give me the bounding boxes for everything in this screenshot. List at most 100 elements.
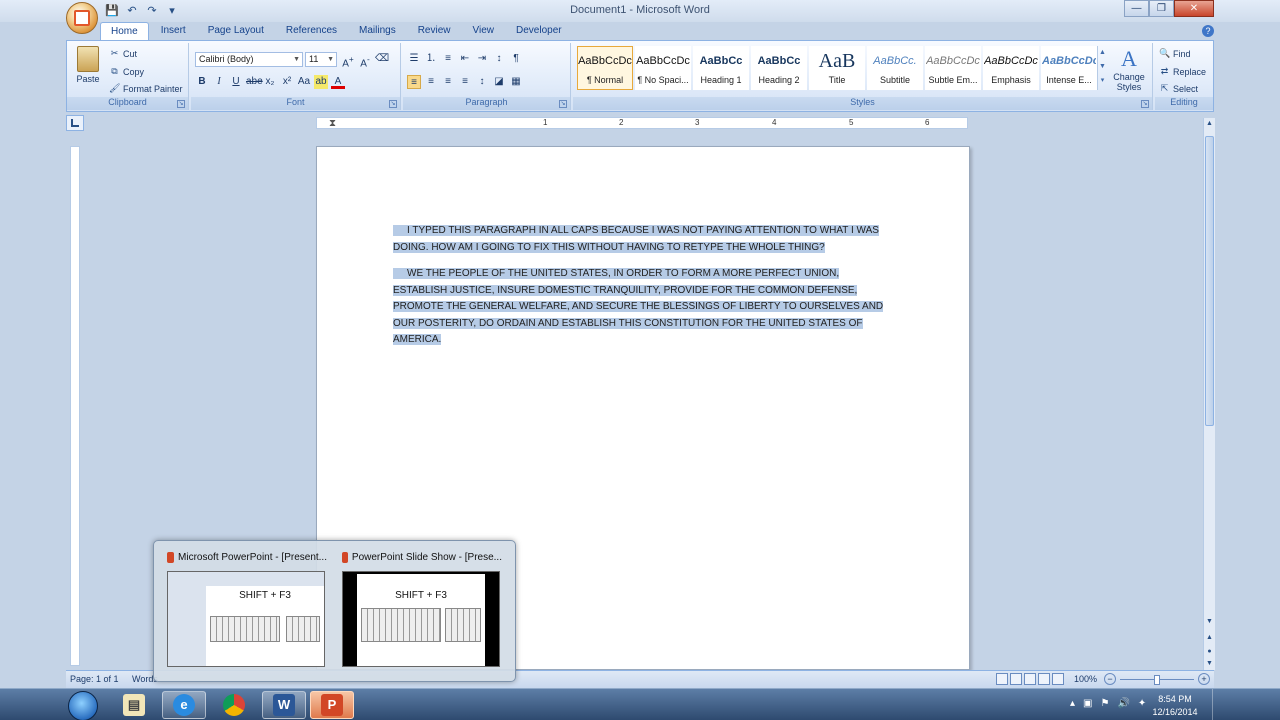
help-icon[interactable]: ? [1202, 25, 1214, 37]
justify-icon[interactable]: ≡ [458, 75, 472, 89]
style-title[interactable]: AaB Title [809, 46, 865, 90]
style-subtle-emphasis[interactable]: AaBbCcDc Subtle Em... [925, 46, 981, 90]
style-emphasis[interactable]: AaBbCcDc Emphasis [983, 46, 1039, 90]
copy-button[interactable]: ⧉ Copy [109, 66, 144, 77]
full-screen-reading-icon[interactable] [1010, 673, 1022, 685]
clock[interactable]: 8:54 PM 12/16/2014 [1146, 693, 1204, 719]
zoom-out-icon[interactable]: − [1104, 673, 1116, 685]
italic-icon[interactable]: I [212, 75, 226, 89]
clipboard-launcher-icon[interactable]: ↘ [177, 100, 185, 108]
align-left-icon[interactable]: ≡ [407, 75, 421, 89]
zoom-slider[interactable] [1120, 675, 1194, 685]
zoom-level[interactable]: 100% [1074, 674, 1097, 684]
scroll-up-icon[interactable]: ▲ [1204, 120, 1215, 127]
grow-font-icon[interactable]: A+ [341, 52, 355, 69]
horizontal-ruler[interactable]: 1 2 3 4 5 6 ⧗ [316, 117, 968, 129]
align-center-icon[interactable]: ≡ [424, 75, 438, 89]
shrink-font-icon[interactable]: A- [358, 52, 372, 69]
outline-icon[interactable] [1038, 673, 1050, 685]
tab-page-layout[interactable]: Page Layout [198, 22, 274, 40]
bullets-icon[interactable]: ☰ [407, 52, 421, 66]
align-right-icon[interactable]: ≡ [441, 75, 455, 89]
print-layout-icon[interactable] [996, 673, 1008, 685]
font-color-icon[interactable]: A [331, 75, 345, 89]
style-heading-1[interactable]: AaBbCc Heading 1 [693, 46, 749, 90]
thumbnail-powerpoint[interactable]: Microsoft PowerPoint - [Present... SHIFT… [167, 549, 327, 667]
start-button[interactable] [68, 691, 98, 720]
style-heading-2[interactable]: AaBbCc Heading 2 [751, 46, 807, 90]
next-page-icon[interactable]: ▼ [1204, 660, 1215, 667]
style-intense-emphasis[interactable]: AaBbCcDc Intense E... [1041, 46, 1097, 90]
change-styles-button[interactable]: A Change Styles [1107, 46, 1151, 92]
office-button[interactable] [66, 2, 98, 34]
subscript-icon[interactable]: x₂ [263, 75, 277, 89]
tab-home[interactable]: Home [100, 22, 149, 40]
select-button[interactable]: ⇱ Select [1159, 83, 1198, 94]
show-hidden-icons-icon[interactable]: ▴ [1070, 698, 1075, 709]
page-count[interactable]: Page: 1 of 1 [70, 674, 119, 684]
scroll-down-icon[interactable]: ▼ [1204, 618, 1215, 625]
paragraph-launcher-icon[interactable]: ↘ [559, 100, 567, 108]
font-name-combo[interactable]: Calibri (Body) ▼ [195, 52, 303, 67]
strikethrough-icon[interactable]: abe [246, 75, 263, 89]
multilevel-list-icon[interactable]: ≡ [441, 52, 455, 66]
style-subtitle[interactable]: AaBbCc. Subtitle [867, 46, 923, 90]
previous-page-icon[interactable]: ▲ [1204, 634, 1215, 641]
line-spacing-icon[interactable]: ↕ [475, 75, 489, 89]
close-button[interactable]: ✕ [1174, 0, 1214, 17]
change-case-icon[interactable]: Aa [297, 75, 311, 89]
taskbar-powerpoint[interactable]: P [310, 691, 354, 719]
show-desktop-button[interactable] [1212, 689, 1224, 720]
replace-button[interactable]: ⇄ Replace [1159, 66, 1206, 77]
network-icon[interactable]: ▣ [1083, 698, 1092, 709]
tab-view[interactable]: View [463, 22, 505, 40]
tab-references[interactable]: References [276, 22, 347, 40]
taskbar-explorer[interactable]: ▤ [112, 691, 156, 719]
highlight-icon[interactable]: ab [314, 75, 328, 89]
style-normal[interactable]: AaBbCcDc ¶ Normal [577, 46, 633, 90]
numbering-icon[interactable]: ⒈ [424, 52, 438, 66]
thumbnail-slide-show[interactable]: PowerPoint Slide Show - [Prese... SHIFT … [342, 549, 502, 667]
taskbar-chrome[interactable] [212, 691, 256, 719]
find-button[interactable]: 🔍 Find [1159, 48, 1191, 59]
bold-icon[interactable]: B [195, 75, 209, 89]
styles-gallery-scroll[interactable]: ▲ ▼ ▾ [1097, 46, 1107, 90]
decrease-indent-icon[interactable]: ⇤ [458, 52, 472, 66]
taskbar-ie[interactable]: e [162, 691, 206, 719]
sort-icon[interactable]: ↕ [492, 52, 506, 66]
minimize-button[interactable]: — [1124, 0, 1149, 17]
taskbar-word[interactable]: W [262, 691, 306, 719]
style-no-spacing[interactable]: AaBbCcDc ¶ No Spaci... [635, 46, 691, 90]
select-browse-object-icon[interactable]: ● [1204, 648, 1215, 655]
paste-button[interactable]: Paste [73, 46, 103, 84]
borders-icon[interactable]: ▦ [509, 75, 523, 89]
clear-formatting-icon[interactable]: ⌫ [375, 52, 389, 66]
tab-selector[interactable] [66, 115, 84, 131]
restore-button[interactable]: ❐ [1149, 0, 1174, 17]
font-size-combo[interactable]: 11 ▼ [305, 52, 337, 67]
styles-launcher-icon[interactable]: ↘ [1141, 100, 1149, 108]
vertical-scrollbar[interactable]: ▲ ▼ ▲ ● ▼ [1203, 118, 1215, 670]
indent-marker-icon[interactable]: ⧗ [329, 118, 336, 129]
increase-indent-icon[interactable]: ⇥ [475, 52, 489, 66]
zoom-in-icon[interactable]: + [1198, 673, 1210, 685]
tab-developer[interactable]: Developer [506, 22, 572, 40]
scroll-thumb[interactable] [1205, 136, 1214, 426]
web-layout-icon[interactable] [1024, 673, 1036, 685]
document-paragraph[interactable]: WE THE PEOPLE OF THE UNITED STATES, IN O… [393, 266, 885, 349]
tab-mailings[interactable]: Mailings [349, 22, 406, 40]
volume-icon[interactable]: 🔊 [1117, 698, 1129, 709]
show-marks-icon[interactable]: ¶ [509, 52, 523, 66]
tab-review[interactable]: Review [408, 22, 461, 40]
flag-icon[interactable]: ⚑ [1100, 698, 1109, 709]
document-paragraph[interactable]: I TYPED THIS PARAGRAPH IN ALL CAPS BECAU… [393, 223, 885, 256]
tab-insert[interactable]: Insert [151, 22, 196, 40]
draft-icon[interactable] [1052, 673, 1064, 685]
underline-icon[interactable]: U [229, 75, 243, 89]
shading-icon[interactable]: ◪ [492, 75, 506, 89]
superscript-icon[interactable]: x² [280, 75, 294, 89]
font-launcher-icon[interactable]: ↘ [389, 100, 397, 108]
cut-button[interactable]: ✂ Cut [109, 48, 137, 59]
zoom-knob[interactable] [1154, 675, 1160, 685]
format-painter-button[interactable]: 🖌 Format Painter [109, 83, 183, 94]
